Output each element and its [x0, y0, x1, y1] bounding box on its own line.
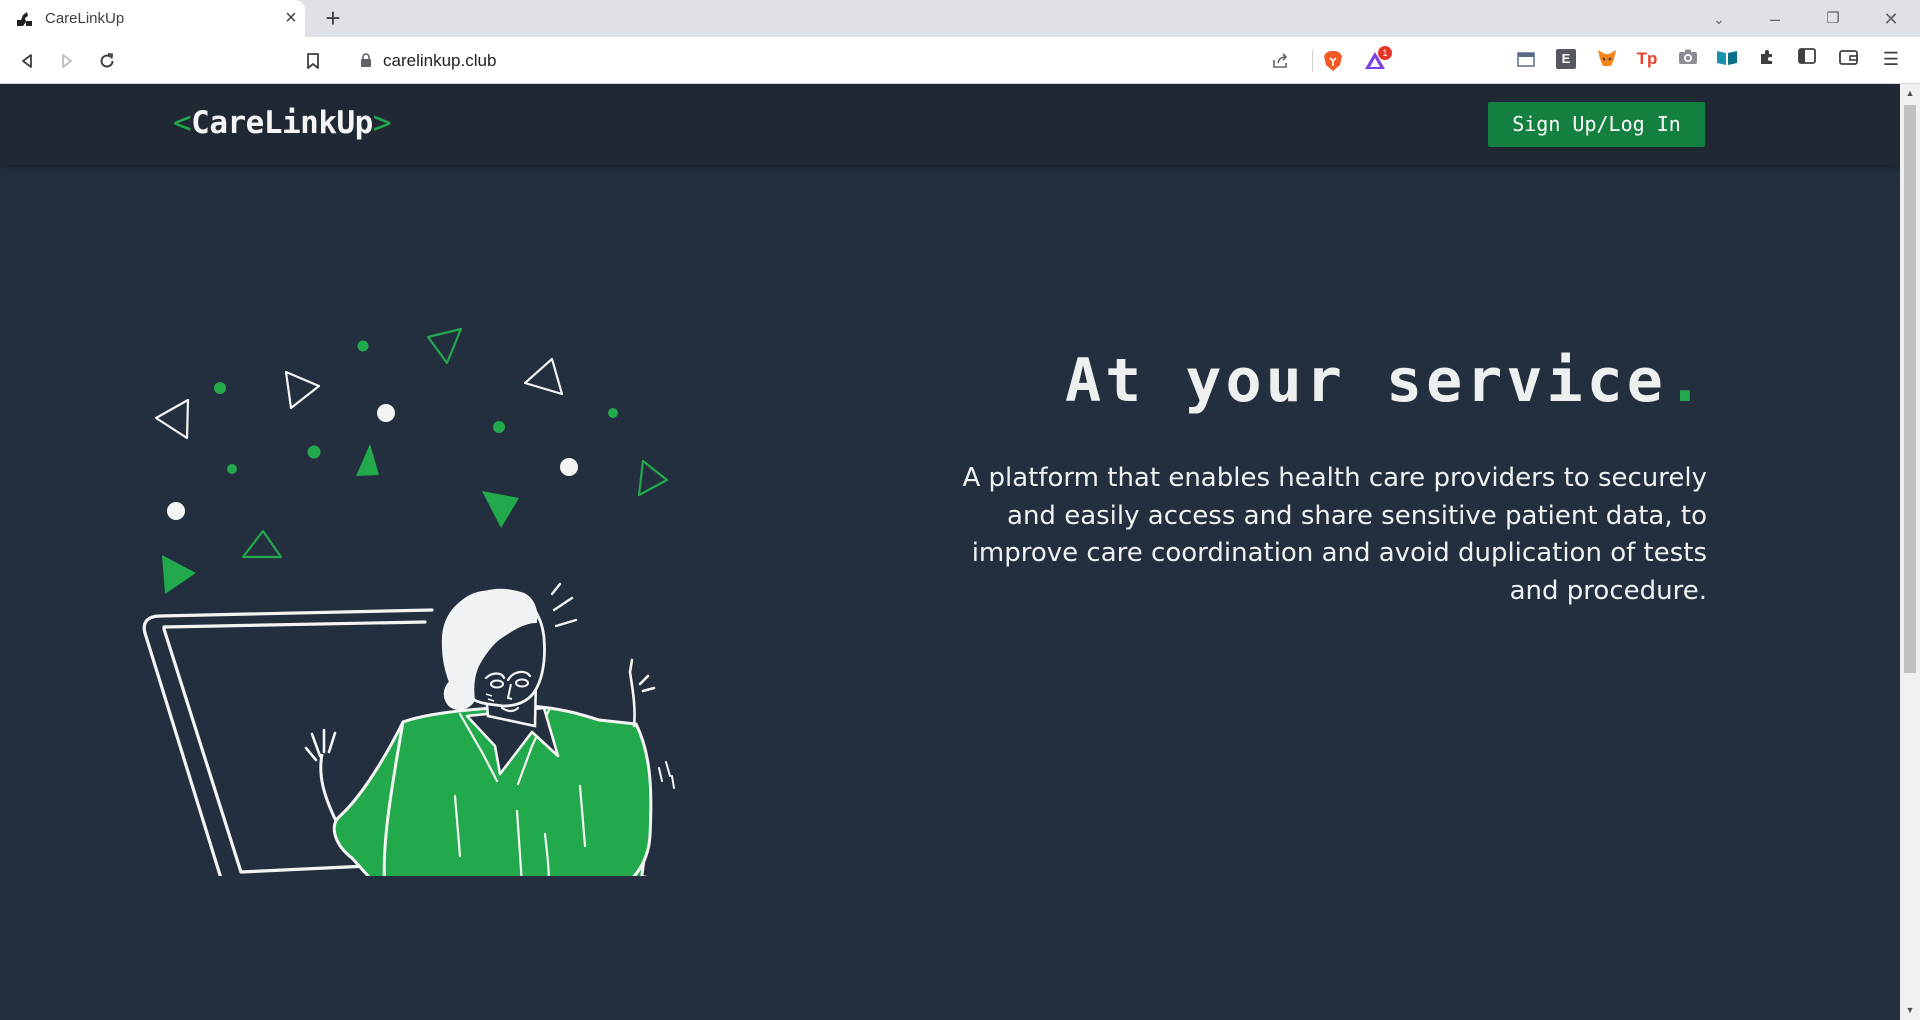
scroll-down-arrow-icon[interactable]: ▼: [1904, 1004, 1916, 1016]
brave-rewards-button[interactable]: 1: [1364, 46, 1392, 74]
confetti-triangle: [356, 444, 379, 476]
tab-search-chevron-icon[interactable]: ⌄: [1696, 6, 1742, 32]
scroll-thumb[interactable]: [1904, 105, 1916, 673]
url-text[interactable]: carelinkup.club: [383, 51, 496, 71]
page-viewport: <CareLinkUp> Sign Up/Log In At your serv…: [0, 84, 1900, 1020]
logo-close-bracket: >: [372, 105, 392, 141]
confetti-triangle: [523, 357, 564, 396]
minimize-button[interactable]: –: [1752, 6, 1798, 32]
hero-description: A platform that enables health care prov…: [962, 463, 1707, 606]
confetti-dot: [307, 445, 321, 459]
signup-login-button[interactable]: Sign Up/Log In: [1488, 102, 1705, 147]
lock-icon: [361, 53, 371, 67]
tab-close-icon[interactable]: ×: [280, 7, 302, 29]
confetti-triangle: [154, 398, 190, 440]
confetti-dot: [167, 502, 185, 520]
brave-shields-icon[interactable]: [1321, 49, 1345, 73]
share-icon[interactable]: [1270, 51, 1290, 71]
logo-text: CareLinkUp: [191, 105, 373, 141]
confetti-triangle: [637, 459, 669, 497]
site-logo[interactable]: <CareLinkUp>: [173, 105, 391, 141]
back-arrow-icon: [22, 54, 32, 68]
site-header: <CareLinkUp> Sign Up/Log In: [0, 84, 1900, 165]
bookmark-icon: [307, 53, 319, 69]
confetti-triangle: [162, 555, 196, 594]
hero-title: At your service.: [1065, 346, 1707, 416]
confetti-dot: [377, 404, 395, 422]
browser-toolbar: carelinkup.club 1 E Tp ☰: [0, 37, 1920, 84]
confetti-triangle: [284, 370, 321, 410]
rewards-badge: 1: [1378, 46, 1392, 60]
confetti-dot: [227, 464, 237, 474]
page-scrollbar[interactable]: ▲ ▼: [1900, 84, 1920, 1020]
extension-calendar-icon[interactable]: [1515, 48, 1537, 70]
metamask-fox-icon[interactable]: [1596, 48, 1618, 70]
reload-button[interactable]: [94, 48, 120, 74]
forward-arrow-icon: [62, 54, 72, 68]
hero-title-dot: .: [1666, 346, 1707, 416]
confetti-dot: [493, 421, 505, 433]
back-button[interactable]: [14, 48, 40, 74]
browser-tab-bar: CareLinkUp × + ⌄ – ❐ ✕: [0, 0, 1920, 37]
reader-book-icon[interactable]: [1716, 48, 1738, 70]
confetti-dot: [608, 408, 618, 418]
close-window-button[interactable]: ✕: [1868, 6, 1914, 32]
reload-icon: [100, 53, 114, 68]
confetti-dot: [214, 382, 226, 394]
omnibox-divider: [1312, 50, 1313, 72]
extension-e-icon[interactable]: E: [1555, 48, 1577, 70]
address-bar[interactable]: carelinkup.club 1: [343, 42, 1400, 79]
restore-button[interactable]: ❐: [1810, 6, 1856, 32]
confetti-dot: [357, 340, 369, 352]
new-tab-button[interactable]: +: [320, 5, 346, 31]
camera-icon[interactable]: [1677, 48, 1699, 70]
woman-figure: [304, 582, 675, 876]
scroll-up-arrow-icon[interactable]: ▲: [1904, 87, 1916, 99]
tab-title: CareLinkUp: [45, 10, 125, 27]
forward-button[interactable]: [54, 48, 80, 74]
confetti-triangle: [426, 327, 463, 365]
sidebar-toggle-icon[interactable]: [1796, 48, 1818, 70]
bookmark-button[interactable]: [300, 48, 326, 74]
hero-title-text: At your service: [1065, 346, 1667, 416]
extension-tp-icon[interactable]: Tp: [1636, 48, 1658, 70]
hero-illustration: [142, 327, 675, 876]
browser-menu-icon[interactable]: ☰: [1880, 48, 1902, 70]
extensions-puzzle-icon[interactable]: [1756, 48, 1778, 70]
logo-open-bracket: <: [173, 105, 192, 141]
confetti-triangle: [482, 491, 519, 528]
confetti-triangle: [241, 529, 283, 559]
confetti-dot: [560, 458, 578, 476]
wallet-icon[interactable]: [1838, 48, 1860, 70]
browser-tab[interactable]: CareLinkUp ×: [0, 0, 305, 37]
tab-favicon-icon: [17, 12, 32, 26]
